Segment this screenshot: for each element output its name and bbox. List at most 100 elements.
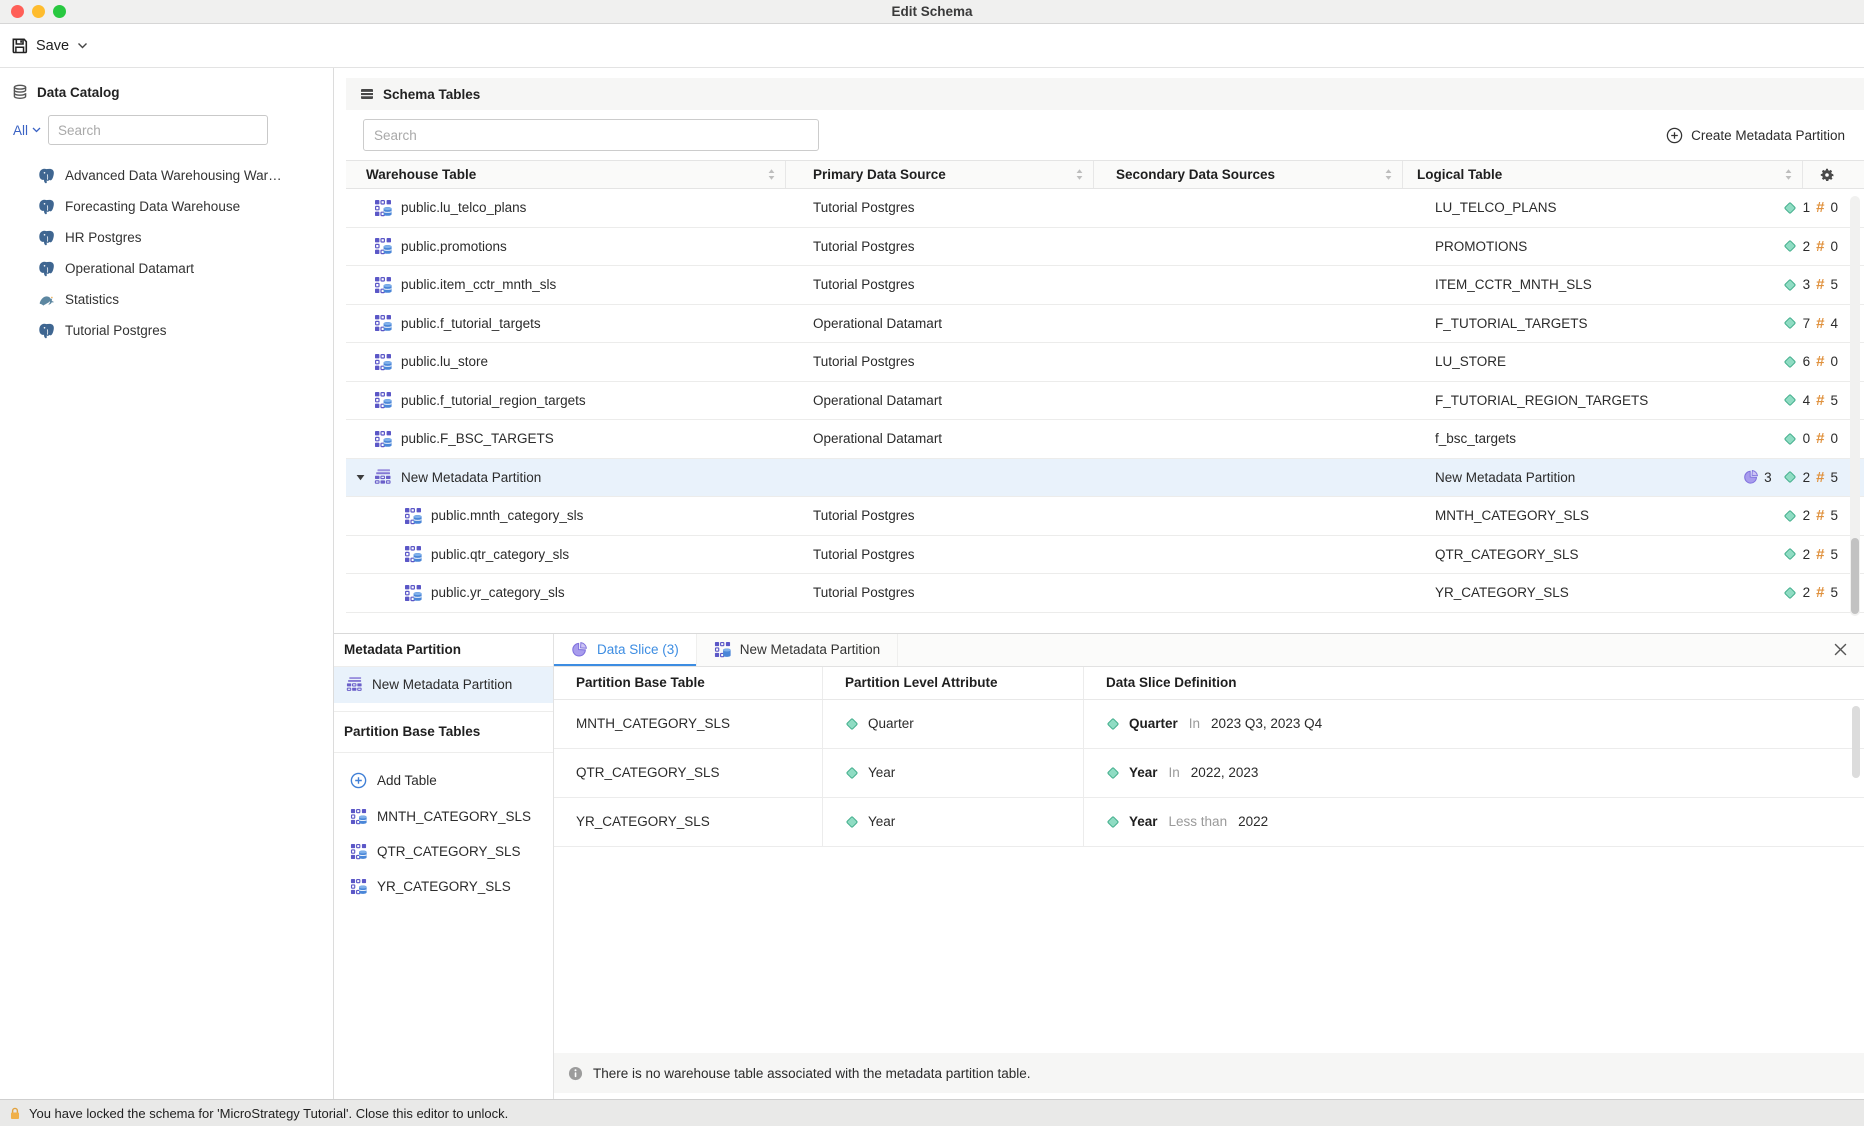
column-header-secondary-data-sources[interactable]: Secondary Data Sources	[1094, 161, 1403, 188]
postgres-icon	[38, 167, 55, 184]
close-window-button[interactable]	[11, 5, 24, 18]
warehouse-table-name: public.f_tutorial_targets	[401, 316, 541, 331]
metric-hash-icon: #	[1816, 546, 1824, 563]
data-slice-count: 3	[1764, 470, 1772, 485]
schema-table-row[interactable]: public.lu_telco_plans Tutorial Postgres …	[346, 189, 1864, 228]
partition-item-label: New Metadata Partition	[372, 677, 512, 692]
collapse-caret-icon[interactable]	[346, 474, 374, 481]
definition-attribute: Year	[1129, 765, 1158, 780]
data-slice-row[interactable]: MNTH_CATEGORY_SLS Quarter Quarter	[554, 700, 1864, 749]
metric-count: 0	[1830, 200, 1838, 215]
minimize-window-button[interactable]	[32, 5, 45, 18]
data-slice-row[interactable]: YR_CATEGORY_SLS Year Year	[554, 798, 1864, 847]
table-scrollbar-track[interactable]	[1850, 196, 1860, 616]
schema-table-row[interactable]: public.lu_store Tutorial Postgres LU_STO…	[346, 343, 1864, 382]
logical-table-name: YR_CATEGORY_SLS	[1435, 585, 1783, 600]
data-slice-row[interactable]: QTR_CATEGORY_SLS Year Year	[554, 749, 1864, 798]
schema-table-row[interactable]: public.F_BSC_TARGETS Operational Datamar…	[346, 420, 1864, 459]
info-icon	[568, 1066, 583, 1081]
attribute-count: 7	[1803, 316, 1811, 331]
postgres-icon	[38, 198, 55, 215]
attribute-diamond-icon	[1783, 470, 1797, 484]
schema-table-row[interactable]: public.item_cctr_mnth_sls Tutorial Postg…	[346, 266, 1864, 305]
base-table-item[interactable]: YR_CATEGORY_SLS	[334, 869, 553, 904]
definition-value: 2022, 2023	[1191, 765, 1259, 780]
status-bar: You have locked the schema for 'MicroStr…	[0, 1099, 1864, 1126]
logical-table-name: LU_STORE	[1435, 354, 1783, 369]
partition-table-icon	[714, 641, 731, 658]
partition-tab[interactable]: Data Slice (3)	[554, 634, 697, 666]
logical-table-name: PROMOTIONS	[1435, 239, 1783, 254]
schema-table-row[interactable]: New Metadata Partition New Metadata Part…	[346, 459, 1864, 498]
save-button-label: Save	[36, 38, 69, 54]
data-source-label: Tutorial Postgres	[65, 323, 167, 338]
schema-table-row[interactable]: public.f_tutorial_targets Operational Da…	[346, 305, 1864, 344]
column-header-logical-table[interactable]: Logical Table	[1403, 161, 1803, 188]
data-source-item[interactable]: HR Postgres	[0, 222, 333, 253]
metric-hash-icon: #	[1816, 238, 1824, 255]
gear-icon	[1819, 167, 1835, 183]
definition-attribute: Quarter	[1129, 716, 1178, 731]
column-label: Secondary Data Sources	[1116, 167, 1275, 182]
base-table-item[interactable]: QTR_CATEGORY_SLS	[334, 834, 553, 869]
schema-table-row[interactable]: public.yr_category_sls Tutorial Postgres…	[346, 574, 1864, 613]
data-source-item[interactable]: Tutorial Postgres	[0, 315, 333, 346]
column-header-primary-data-source[interactable]: Primary Data Source	[786, 161, 1094, 188]
partition-item-selected[interactable]: New Metadata Partition	[334, 667, 553, 703]
metric-hash-icon: #	[1816, 199, 1824, 216]
metric-count: 0	[1830, 239, 1838, 254]
traffic-lights	[0, 5, 66, 18]
column-header-warehouse-table[interactable]: Warehouse Table	[346, 161, 786, 188]
window-titlebar: Edit Schema	[0, 0, 1864, 24]
attribute-count: 2	[1803, 239, 1811, 254]
schema-table-row[interactable]: public.f_tutorial_region_targets Operati…	[346, 382, 1864, 421]
catalog-search-input[interactable]	[48, 115, 268, 145]
panel-scrollbar-thumb[interactable]	[1852, 706, 1860, 778]
logical-table-name: ITEM_CCTR_MNTH_SLS	[1435, 277, 1783, 292]
metric-hash-icon: #	[1816, 430, 1824, 447]
attribute-diamond-icon	[1783, 432, 1797, 446]
metric-count: 4	[1830, 316, 1838, 331]
data-source-item[interactable]: Forecasting Data Warehouse	[0, 191, 333, 222]
logical-table-name: F_TUTORIAL_REGION_TARGETS	[1435, 393, 1783, 408]
save-button[interactable]: Save	[11, 37, 69, 54]
column-label: Logical Table	[1417, 167, 1502, 182]
schema-table-row[interactable]: public.promotions Tutorial Postgres PROM…	[346, 228, 1864, 267]
definition-operator: In	[1169, 765, 1180, 780]
postgres-icon	[38, 229, 55, 246]
object-count-badges: 2 # 5	[1783, 507, 1838, 524]
maximize-window-button[interactable]	[53, 5, 66, 18]
add-table-button[interactable]: Add Table	[334, 763, 553, 799]
sort-icon[interactable]	[1784, 168, 1793, 181]
close-panel-button[interactable]	[1834, 634, 1864, 666]
data-source-item[interactable]: Advanced Data Warehousing War…	[0, 160, 333, 191]
data-source-item[interactable]: Statistics	[0, 284, 333, 315]
create-metadata-partition-button[interactable]: Create Metadata Partition	[1666, 127, 1845, 144]
attribute-count: 4	[1803, 393, 1811, 408]
schema-table-row[interactable]: public.qtr_category_sls Tutorial Postgre…	[346, 536, 1864, 575]
table-scrollbar-thumb[interactable]	[1851, 538, 1859, 614]
sort-icon[interactable]	[767, 168, 776, 181]
attribute-count: 0	[1803, 431, 1811, 446]
primary-data-source-cell: Tutorial Postgres	[786, 508, 1094, 523]
database-stack-icon	[12, 84, 28, 100]
source-filter-dropdown[interactable]: All	[13, 123, 41, 138]
schema-tables-title: Schema Tables	[383, 87, 480, 102]
warehouse-table-icon	[374, 430, 392, 448]
base-table-item[interactable]: MNTH_CATEGORY_SLS	[334, 799, 553, 834]
close-icon	[1834, 643, 1847, 656]
sort-icon[interactable]	[1384, 168, 1393, 181]
column-settings-button[interactable]	[1803, 161, 1850, 188]
sort-icon[interactable]	[1075, 168, 1084, 181]
partition-base-table-cell: MNTH_CATEGORY_SLS	[554, 700, 823, 748]
save-menu-chevron[interactable]	[77, 42, 88, 49]
add-table-label: Add Table	[377, 773, 437, 788]
partition-tab[interactable]: New Metadata Partition	[697, 634, 898, 666]
data-source-item[interactable]: Operational Datamart	[0, 253, 333, 284]
schema-tables-search-input[interactable]	[363, 119, 819, 151]
warehouse-table-icon	[374, 314, 392, 332]
schema-table-row[interactable]: public.mnth_category_sls Tutorial Postgr…	[346, 497, 1864, 536]
metadata-partition-title: Metadata Partition	[334, 634, 553, 667]
warehouse-table-icon	[350, 843, 367, 860]
data-slice-definition-cell: Year Less than 2022	[1084, 798, 1864, 846]
